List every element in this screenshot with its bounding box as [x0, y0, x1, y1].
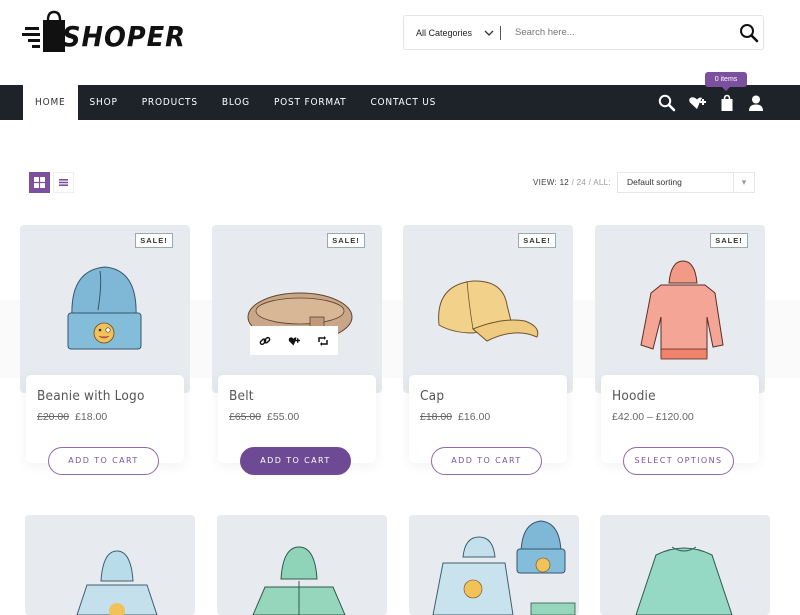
site-header: SHOPER All Categories — [0, 0, 800, 85]
select-options-button[interactable]: SELECT OPTIONS — [623, 447, 734, 475]
nav-item-blog[interactable]: BLOG — [210, 85, 262, 120]
product-title[interactable]: Cap — [420, 388, 444, 404]
belt-image — [247, 292, 353, 342]
sort-selected-value: Default sorting — [627, 177, 682, 187]
sale-price: £18.00 — [75, 411, 108, 423]
site-logo[interactable]: SHOPER — [22, 8, 185, 56]
sale-badge: SALE! — [710, 233, 748, 248]
add-to-cart-button[interactable]: ADD TO CART — [48, 447, 159, 475]
chevron-down-icon[interactable] — [484, 28, 494, 38]
product-price: £18.00 £16.00 — [420, 411, 490, 423]
search-bar: All Categories — [403, 15, 764, 50]
sale-price: £55.00 — [267, 411, 300, 423]
cart-count-badge: 0 items — [705, 72, 747, 91]
search-icon[interactable] — [739, 23, 759, 43]
grid-view-icon — [34, 177, 45, 188]
product-hover-actions — [250, 326, 338, 355]
search-input[interactable] — [501, 27, 721, 38]
category-select[interactable]: All Categories — [404, 28, 482, 38]
cap-image — [438, 280, 539, 342]
list-view-button[interactable] — [53, 172, 74, 193]
hoodie-with-zipper-image — [252, 546, 346, 615]
long-sleeve-tee-image — [635, 546, 733, 615]
product-image[interactable] — [25, 515, 195, 615]
logo-text: SHOPER — [62, 20, 186, 53]
shop-toolbar: VIEW: 12 / 24 / ALL: Default sorting ▾ — [0, 172, 800, 194]
product-image[interactable] — [409, 515, 579, 615]
original-price: £18.00 — [420, 411, 453, 423]
hoodie-with-logo-image — [76, 550, 158, 615]
grid-view-button[interactable] — [29, 172, 50, 193]
arrow-down-icon: ▾ — [733, 173, 754, 192]
nav-item-contact-us[interactable]: CONTACT US — [358, 85, 448, 120]
product-image[interactable]: SALE! — [403, 225, 573, 393]
view-prefix: VIEW: — [533, 178, 558, 187]
original-price: £20.00 — [37, 411, 70, 423]
sale-badge: SALE! — [327, 233, 365, 248]
add-to-cart-button[interactable]: ADD TO CART — [431, 447, 542, 475]
product-price: £65.00 £55.00 — [229, 411, 299, 423]
sale-badge: SALE! — [135, 233, 173, 248]
wishlist-icon[interactable] — [688, 94, 706, 112]
view-option-all[interactable]: ALL: — [593, 178, 611, 187]
add-to-cart-button[interactable]: ADD TO CART — [240, 447, 351, 475]
cart-icon[interactable] — [718, 94, 736, 112]
product-price: £42.00 – £120.00 — [612, 411, 694, 423]
main-nav: HOME SHOP PRODUCTS BLOG POST FORMAT CONT… — [0, 85, 800, 120]
list-view-icon — [59, 179, 68, 186]
products-per-page: VIEW: 12 / 24 / ALL: — [533, 178, 611, 187]
sort-select[interactable]: Default sorting ▾ — [617, 172, 755, 193]
price-range: £42.00 – £120.00 — [612, 411, 694, 423]
nav-item-shop[interactable]: SHOP — [78, 85, 130, 120]
sale-price: £16.00 — [458, 411, 491, 423]
product-title[interactable]: Hoodie — [612, 388, 656, 404]
view-option-24[interactable]: 24 — [577, 178, 587, 187]
nav-item-products[interactable]: PRODUCTS — [130, 85, 210, 120]
product-title[interactable]: Belt — [229, 388, 254, 404]
nav-item-home[interactable]: HOME — [23, 85, 78, 120]
product-price: £20.00 £18.00 — [37, 411, 107, 423]
shopping-bag-logo-icon — [22, 10, 65, 52]
search-icon[interactable] — [658, 94, 676, 112]
product-image[interactable]: SALE! — [595, 225, 765, 393]
link-icon[interactable] — [259, 335, 271, 347]
hoodie-image — [640, 260, 724, 360]
product-image[interactable] — [600, 515, 770, 615]
sale-badge: SALE! — [518, 233, 556, 248]
original-price: £65.00 — [229, 411, 262, 423]
user-icon[interactable] — [747, 94, 765, 112]
logo-collection-image — [432, 520, 576, 615]
product-image[interactable]: SALE! — [212, 225, 382, 393]
product-image[interactable] — [217, 515, 387, 615]
wishlist-add-icon[interactable] — [288, 335, 300, 347]
product-title[interactable]: Beanie with Logo — [37, 388, 145, 404]
product-image[interactable]: SALE! — [20, 225, 190, 393]
compare-icon[interactable] — [317, 335, 329, 347]
nav-item-post-format[interactable]: POST FORMAT — [262, 85, 359, 120]
view-option-12[interactable]: 12 — [560, 178, 570, 187]
beanie-image — [67, 266, 142, 350]
